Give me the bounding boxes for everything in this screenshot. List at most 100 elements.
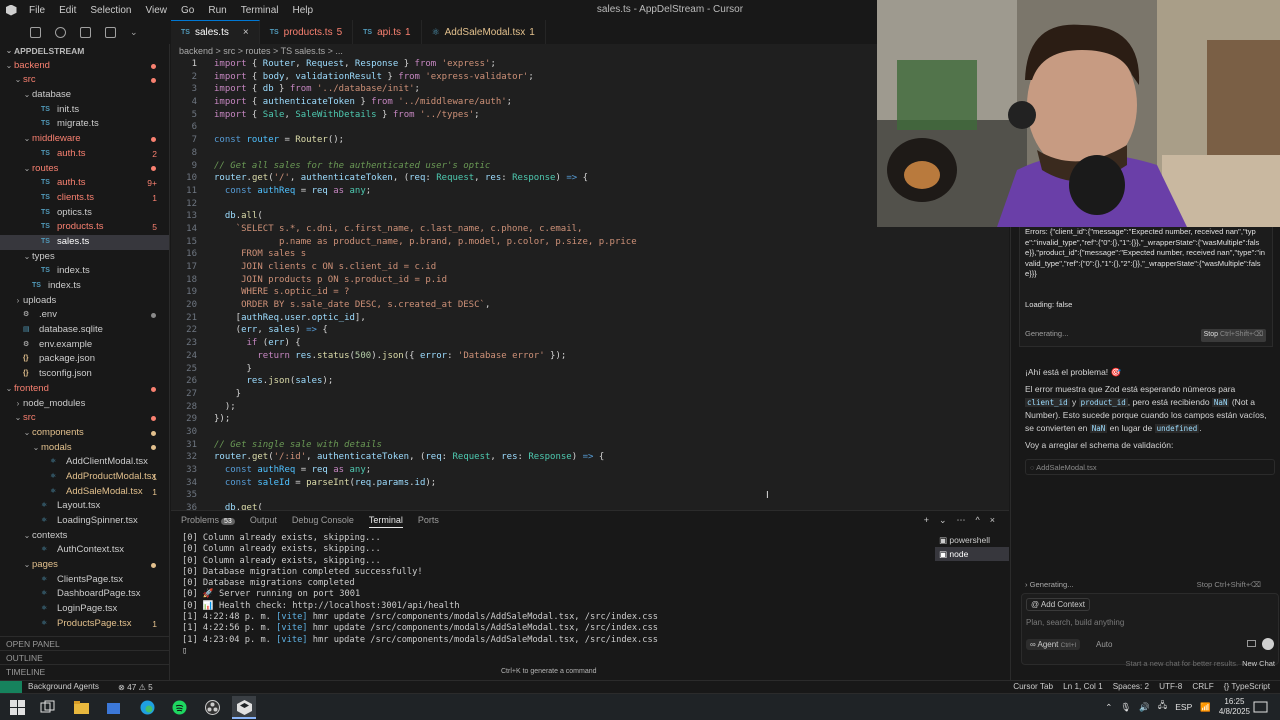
menu-file[interactable]: File bbox=[22, 5, 52, 16]
explorer-item[interactable]: ⚛ LoadingSpinner.tsx bbox=[0, 514, 169, 529]
breadcrumb[interactable]: backend > src > routes > TS sales.ts > .… bbox=[171, 44, 877, 58]
files-icon[interactable] bbox=[30, 26, 41, 38]
explorer-item[interactable]: ⌄ APPDELSTREAM bbox=[0, 44, 169, 59]
send-button[interactable] bbox=[1262, 638, 1274, 650]
network-icon[interactable]: 🖧 bbox=[1158, 700, 1167, 714]
volume-icon[interactable]: 🔊 bbox=[1139, 702, 1150, 713]
maximize-panel-icon[interactable]: ^ bbox=[976, 515, 980, 526]
status-item[interactable]: UTF-8 bbox=[1159, 682, 1182, 691]
timeline-section[interactable]: TIMELINE bbox=[0, 664, 170, 678]
search-icon[interactable] bbox=[55, 26, 66, 38]
explorer-item[interactable]: TS sales.ts bbox=[0, 234, 169, 250]
microphone-icon[interactable]: 🎙 bbox=[1120, 702, 1131, 713]
panel-tab-output[interactable]: Output bbox=[250, 515, 277, 528]
explorer-item[interactable]: ⌄ routes bbox=[0, 162, 169, 177]
outline-section[interactable]: OUTLINE bbox=[0, 650, 170, 664]
panel-tab-problems[interactable]: Problems 53 bbox=[181, 515, 235, 528]
terminal-dropdown-icon[interactable]: ⌄ bbox=[939, 515, 947, 526]
menu-run[interactable]: Run bbox=[201, 5, 233, 16]
menu-terminal[interactable]: Terminal bbox=[234, 5, 286, 16]
editor-tab[interactable]: TS sales.ts × bbox=[171, 20, 260, 44]
explorer-item[interactable]: ⚛ AddClientModal.tsx bbox=[0, 455, 169, 470]
cursor-taskbar-button[interactable] bbox=[232, 696, 256, 719]
explorer-item[interactable]: ⌄ database bbox=[0, 88, 169, 103]
background-agents[interactable]: Background Agents bbox=[28, 682, 99, 691]
explorer-item[interactable]: ⚛ AddProductModal.tsx 1 bbox=[0, 470, 169, 485]
obs-icon[interactable] bbox=[205, 700, 220, 715]
explorer-item[interactable]: TS index.ts bbox=[0, 279, 169, 294]
menu-selection[interactable]: Selection bbox=[83, 5, 138, 16]
explorer-item[interactable]: ⌄ modals bbox=[0, 441, 169, 456]
new-chat-button[interactable]: New Chat bbox=[1242, 659, 1275, 668]
model-selector[interactable]: Auto bbox=[1096, 640, 1112, 649]
more-actions-icon[interactable]: ⋯ bbox=[957, 515, 966, 526]
notifications-icon[interactable] bbox=[1253, 700, 1268, 715]
explorer-item[interactable]: ⚛ AddSaleModal.tsx 1 bbox=[0, 485, 169, 500]
explorer-item[interactable]: TS clients.ts 1 bbox=[0, 191, 169, 206]
explorer-item[interactable]: › node_modules bbox=[0, 397, 169, 412]
explorer-item[interactable]: ⚛ DashboardPage.tsx bbox=[0, 587, 169, 602]
close-tab-icon[interactable]: × bbox=[243, 27, 249, 38]
editor-tab[interactable]: TS products.ts 5 bbox=[260, 20, 354, 44]
explorer-item[interactable]: {} tsconfig.json bbox=[0, 367, 169, 382]
status-item[interactable]: Cursor Tab bbox=[1013, 682, 1053, 691]
add-context-button[interactable]: @ Add Context bbox=[1026, 598, 1090, 611]
explorer-item[interactable]: ⚛ Layout.tsx bbox=[0, 499, 169, 514]
explorer-item[interactable]: ⚛ ProductsPage.tsx 1 bbox=[0, 617, 169, 632]
explorer-item[interactable]: ⚛ ClientsPage.tsx bbox=[0, 573, 169, 588]
chat-input[interactable]: Plan, search, build anything bbox=[1026, 618, 1124, 627]
explorer-item[interactable]: ⌄ components bbox=[0, 426, 169, 441]
terminal-output[interactable]: [0] Column already exists, skipping... [0… bbox=[182, 533, 917, 657]
chevron-up-icon[interactable]: ⌃ bbox=[1105, 702, 1112, 713]
explorer-item[interactable]: {} package.json bbox=[0, 352, 169, 367]
status-item[interactable]: Ln 1, Col 1 bbox=[1063, 682, 1103, 691]
status-item[interactable]: Spaces: 2 bbox=[1113, 682, 1149, 691]
image-icon[interactable] bbox=[1247, 640, 1256, 647]
explorer-item[interactable]: › uploads bbox=[0, 294, 169, 309]
stop-button[interactable]: Stop Ctrl+Shift+⌫ bbox=[1200, 329, 1266, 342]
panel-tab-ports[interactable]: Ports bbox=[418, 515, 439, 528]
extensions-icon[interactable] bbox=[105, 26, 116, 38]
explorer-item[interactable]: TS optics.ts bbox=[0, 206, 169, 221]
agent-mode-selector[interactable]: ∞ Agent Ctrl+I bbox=[1026, 639, 1081, 650]
wifi-icon[interactable]: 📶 bbox=[1200, 702, 1211, 713]
menu-edit[interactable]: Edit bbox=[52, 5, 83, 16]
terminal-prompt[interactable]: ▯ bbox=[182, 646, 917, 657]
terminal-instance[interactable]: ▣ node bbox=[935, 547, 1009, 561]
explorer-item[interactable]: ⌄ src bbox=[0, 411, 169, 426]
explorer-item[interactable]: TS index.ts bbox=[0, 264, 169, 279]
clock[interactable]: 16:25 4/8/2025 bbox=[1219, 697, 1250, 717]
file-edit-chip[interactable]: ◌ AddSaleModal.tsx bbox=[1025, 459, 1275, 475]
explorer-item[interactable]: TS auth.ts 9+ bbox=[0, 176, 169, 191]
explorer-item[interactable]: ⌄ backend bbox=[0, 59, 169, 74]
explorer-item[interactable]: TS init.ts bbox=[0, 103, 169, 118]
panel-tab-terminal[interactable]: Terminal bbox=[368, 515, 403, 528]
file-explorer-icon[interactable] bbox=[74, 700, 89, 715]
explorer-item[interactable]: ⚛ LoginPage.tsx bbox=[0, 602, 169, 617]
problems-count[interactable]: ⊗ 47 ⚠ 5 bbox=[118, 682, 153, 692]
source-control-icon[interactable] bbox=[80, 26, 91, 38]
stop-generating-button[interactable]: Stop Ctrl+Shift+⌫ bbox=[1197, 580, 1261, 589]
menu-go[interactable]: Go bbox=[174, 5, 201, 16]
terminal-instance[interactable]: ▣ powershell bbox=[935, 533, 1009, 547]
editor-tab[interactable]: ⚛ AddSaleModal.tsx 1 bbox=[422, 20, 546, 44]
new-terminal-icon[interactable]: + bbox=[924, 515, 929, 526]
status-item[interactable]: CRLF bbox=[1192, 682, 1213, 691]
remote-indicator-icon[interactable] bbox=[0, 681, 22, 693]
explorer-item[interactable]: ⌄ frontend bbox=[0, 382, 169, 397]
open-panel-section[interactable]: OPEN PANEL bbox=[0, 636, 170, 650]
explorer-item[interactable]: TS migrate.ts bbox=[0, 117, 169, 132]
panel-tab-debug-console[interactable]: Debug Console bbox=[292, 515, 354, 528]
explorer-item[interactable]: ⌄ middleware bbox=[0, 132, 169, 147]
store-icon[interactable] bbox=[106, 700, 121, 715]
windows-start-icon[interactable] bbox=[10, 700, 25, 715]
explorer-item[interactable]: ⚙ env.example bbox=[0, 338, 169, 353]
explorer-item[interactable]: ⌄ types bbox=[0, 250, 169, 265]
menu-view[interactable]: View bbox=[139, 5, 175, 16]
explorer-item[interactable]: ⚙ .env bbox=[0, 308, 169, 323]
chevron-down-icon[interactable]: ⌄ bbox=[130, 27, 138, 38]
menu-help[interactable]: Help bbox=[286, 5, 321, 16]
explorer-item[interactable]: ▤ database.sqlite bbox=[0, 323, 169, 338]
explorer-item[interactable]: ⌄ contexts bbox=[0, 529, 169, 544]
close-panel-icon[interactable]: × bbox=[990, 515, 995, 526]
